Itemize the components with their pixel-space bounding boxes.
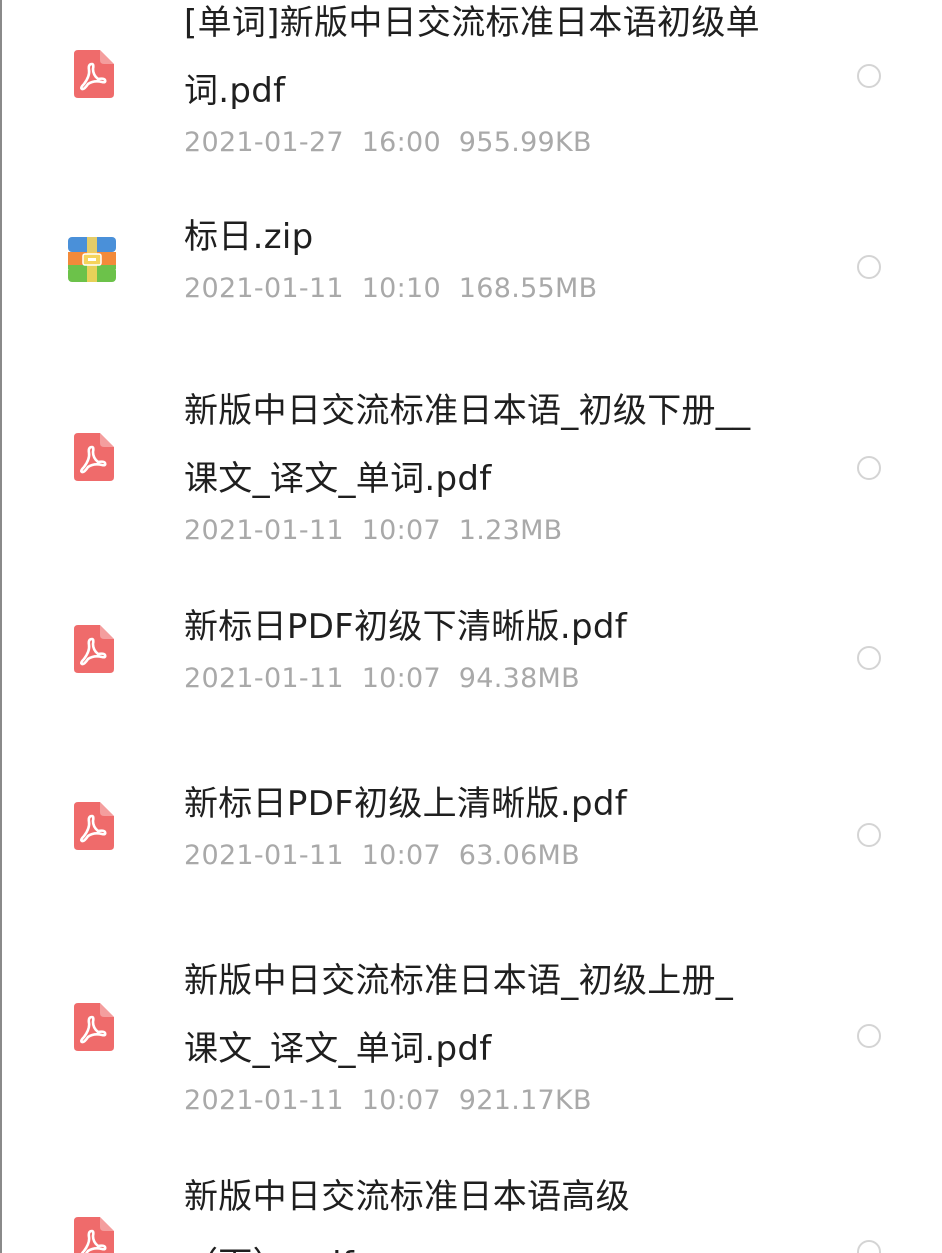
file-name-line: 新版中日交流标准日本语_初级上册_	[184, 961, 734, 1001]
file-name-line: 新版中日交流标准日本语_初级下册__	[184, 391, 751, 431]
pdf-file-icon	[68, 802, 116, 850]
file-info: 新版中日交流标准日本语_初级上册_ 课文_译文_单词.pdf 2021-01-11 …	[184, 958, 804, 1118]
pdf-file-icon	[68, 1217, 116, 1253]
file-size: 1.23MB	[458, 515, 563, 546]
select-checkbox[interactable]	[857, 64, 881, 88]
file-list-item[interactable]: 新标日PDF初级上清晰版.pdf 2021-01-11 10:07 63.06MB	[0, 775, 942, 950]
file-info: 新版中日交流标准日本语_初级下册__ 课文_译文_单词.pdf 2021-01-11…	[184, 388, 804, 548]
file-meta: 2021-01-27 16:00 955.99KB	[184, 126, 804, 160]
file-info: 新版中日交流标准日本语高级 （下）.pdf	[184, 1174, 804, 1253]
file-list-item[interactable]: 新标日PDF初级下清晰版.pdf 2021-01-11 10:07 94.38MB	[0, 600, 942, 775]
file-list-item[interactable]: 新版中日交流标准日本语高级 （下）.pdf	[0, 1170, 942, 1253]
file-size: 168.55MB	[458, 273, 598, 304]
select-checkbox[interactable]	[857, 1024, 881, 1048]
file-name-line: 标日.zip	[184, 217, 314, 257]
select-checkbox[interactable]	[857, 646, 881, 670]
file-list-item[interactable]: 新版中日交流标准日本语_初级上册_ 课文_译文_单词.pdf 2021-01-11 …	[0, 950, 942, 1170]
file-size: 921.17KB	[458, 1085, 592, 1116]
file-date: 2021-01-11	[184, 840, 344, 871]
file-name-line: 新标日PDF初级上清晰版.pdf	[184, 784, 627, 824]
file-name-line: 词.pdf	[184, 71, 286, 111]
file-list-item[interactable]: 标日.zip 2021-01-11 10:10 168.55MB	[0, 210, 942, 380]
file-time: 10:07	[361, 515, 441, 546]
pdf-file-icon	[68, 433, 116, 481]
pdf-file-icon	[68, 1003, 116, 1051]
file-meta: 2021-01-11 10:07 1.23MB	[184, 514, 804, 548]
file-size: 63.06MB	[458, 840, 580, 871]
file-date: 2021-01-11	[184, 515, 344, 546]
file-name-line: 课文_译文_单词.pdf	[184, 459, 492, 499]
file-date: 2021-01-11	[184, 663, 344, 694]
file-info: 新标日PDF初级上清晰版.pdf 2021-01-11 10:07 63.06MB	[184, 781, 804, 873]
select-checkbox[interactable]	[857, 823, 881, 847]
pdf-file-icon	[68, 625, 116, 673]
file-list-item[interactable]: 新版中日交流标准日本语_初级下册__ 课文_译文_单词.pdf 2021-01-11…	[0, 380, 942, 600]
pdf-file-icon	[68, 50, 116, 98]
file-name-line: （下）.pdf	[184, 1242, 804, 1253]
file-time: 16:00	[361, 127, 441, 158]
file-info: [单词]新版中日交流标准日本语初级单 词.pdf 2021-01-27 16:00 …	[184, 0, 804, 160]
select-checkbox[interactable]	[857, 456, 881, 480]
file-meta: 2021-01-11 10:10 168.55MB	[184, 272, 804, 306]
zip-archive-icon	[68, 235, 116, 283]
file-time: 10:07	[361, 840, 441, 871]
file-name-line: [单词]新版中日交流标准日本语初级单	[184, 3, 760, 43]
file-info: 标日.zip 2021-01-11 10:10 168.55MB	[184, 214, 804, 306]
file-name-line: 新标日PDF初级下清晰版.pdf	[184, 607, 627, 647]
file-date: 2021-01-27	[184, 127, 344, 158]
file-time: 10:10	[361, 273, 441, 304]
select-checkbox[interactable]	[857, 255, 881, 279]
file-name-line: 课文_译文_单词.pdf	[184, 1029, 492, 1069]
file-time: 10:07	[361, 1085, 441, 1116]
file-size: 94.38MB	[458, 663, 580, 694]
select-checkbox[interactable]	[857, 1240, 881, 1253]
file-meta: 2021-01-11 10:07 63.06MB	[184, 839, 804, 873]
file-date: 2021-01-11	[184, 1085, 344, 1116]
file-date: 2021-01-11	[184, 273, 344, 304]
file-list-item[interactable]: [单词]新版中日交流标准日本语初级单 词.pdf 2021-01-27 16:00 …	[0, 0, 942, 210]
file-meta: 2021-01-11 10:07 921.17KB	[184, 1084, 804, 1118]
file-list-screen: [单词]新版中日交流标准日本语初级单 词.pdf 2021-01-27 16:00 …	[0, 0, 942, 1253]
file-info: 新标日PDF初级下清晰版.pdf 2021-01-11 10:07 94.38MB	[184, 604, 804, 696]
file-size: 955.99KB	[458, 127, 592, 158]
file-meta: 2021-01-11 10:07 94.38MB	[184, 662, 804, 696]
file-name-line: 新版中日交流标准日本语高级	[184, 1177, 630, 1217]
file-time: 10:07	[361, 663, 441, 694]
